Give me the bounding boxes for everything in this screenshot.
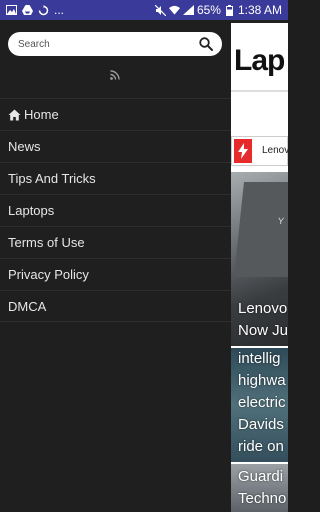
wifi-icon [168, 5, 180, 16]
ticker-text: Lenovo [262, 145, 288, 156]
battery-icon [224, 4, 235, 16]
article-title-line: electric [238, 394, 286, 411]
search-input[interactable] [18, 32, 193, 56]
menu-item-label: Tips And Tricks [8, 171, 96, 186]
menu-item-label: Home [24, 107, 59, 122]
laptop-image: Y [234, 182, 288, 277]
menu-item-home[interactable]: Home [0, 98, 231, 130]
menu-item-label: News [8, 139, 41, 154]
menu-item-terms-of-use[interactable]: Terms of Use [0, 226, 231, 258]
menu-item-label: Terms of Use [8, 235, 85, 250]
navigation-drawer: Home News Tips And Tricks Laptops Terms … [0, 20, 231, 512]
article-card[interactable]: Y Lenovo Now Ju [231, 172, 288, 346]
top-divider [231, 20, 288, 23]
article-title-line: Techno [238, 490, 287, 507]
article-card[interactable]: Guardi Techno [231, 464, 288, 512]
signal-icon [182, 5, 194, 16]
menu-item-laptops[interactable]: Laptops [0, 194, 231, 226]
menu-item-privacy-policy[interactable]: Privacy Policy [0, 258, 231, 290]
menu-item-label: DMCA [8, 298, 47, 314]
menu-item-label: Privacy Policy [8, 267, 89, 282]
header-divider [231, 90, 288, 92]
article-title-line: ride on [238, 438, 284, 455]
home-icon [8, 109, 21, 120]
search-icon[interactable] [199, 37, 213, 51]
article-title-line: intellig [238, 350, 281, 367]
sync-icon [38, 4, 49, 16]
menu-item-news[interactable]: News [0, 130, 231, 162]
menu-item-tips-and-tricks[interactable]: Tips And Tricks [0, 162, 231, 194]
page-content: Lap Lenovo Y Lenovo Now Ju intellig high… [231, 20, 288, 512]
article-title-line: Now Ju [238, 322, 288, 339]
laptop-logo-text: Y [277, 216, 285, 226]
article-card[interactable]: intellig highwa electric Davids ride on [231, 348, 288, 462]
menu-item-dmca[interactable]: DMCA [0, 290, 231, 322]
menu-item-label: Laptops [8, 203, 55, 218]
article-title-line: Davids [238, 416, 284, 433]
gallery-icon [6, 5, 17, 16]
status-bar: ... 65% 1:38 AM [0, 0, 288, 20]
article-title-line: highwa [238, 372, 286, 389]
clock: 1:38 AM [237, 3, 282, 17]
article-title-line: Lenovo [238, 300, 288, 317]
lightning-icon [234, 139, 252, 163]
rss-icon[interactable] [110, 70, 120, 80]
search-bar [8, 32, 222, 56]
news-ticker[interactable]: Lenovo [231, 136, 288, 166]
status-ellipsis: ... [54, 3, 65, 17]
battery-percent: 65% [196, 3, 221, 17]
article-title-line: Guardi [238, 468, 284, 485]
drive-icon [22, 5, 33, 16]
mute-icon [154, 4, 166, 16]
drawer-menu: Home News Tips And Tricks Laptops Terms … [0, 98, 231, 322]
site-logo[interactable]: Lap [234, 44, 285, 78]
